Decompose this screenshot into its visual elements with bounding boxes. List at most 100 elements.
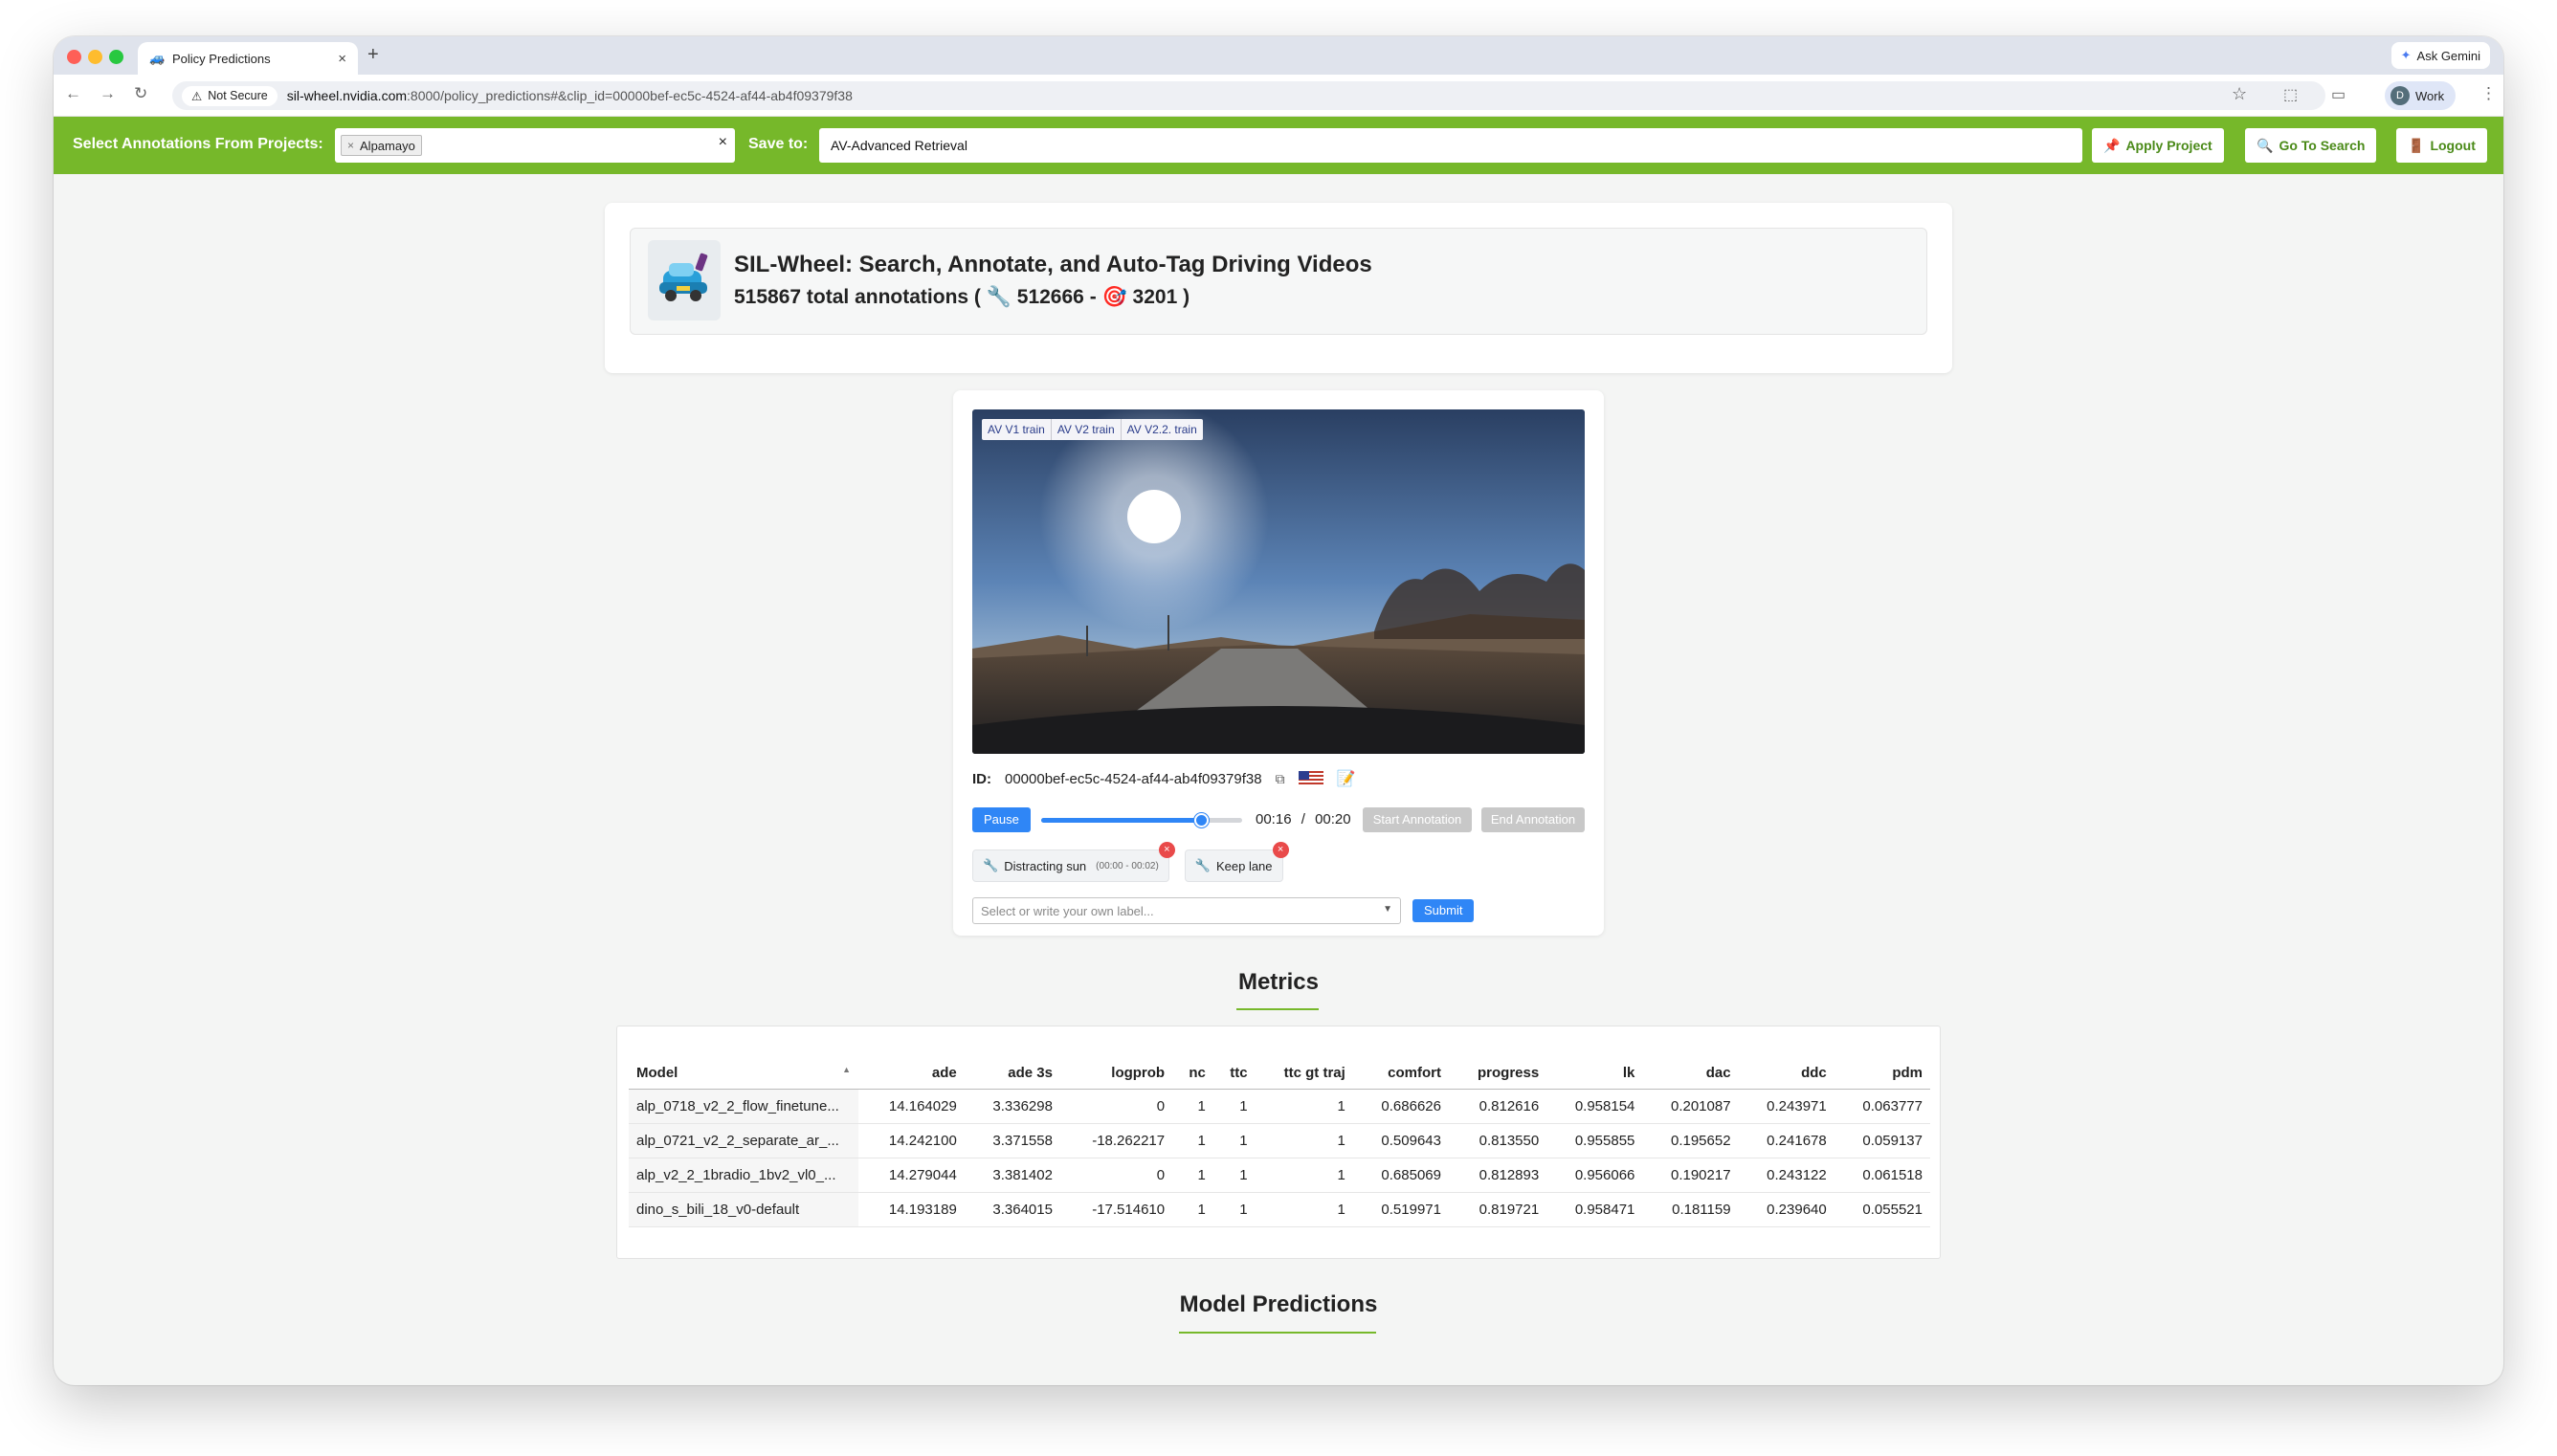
column-header[interactable]: ade (858, 1055, 965, 1090)
video-player[interactable]: AV V1 train AV V2 train AV V2.2. train (972, 409, 1585, 754)
table-row[interactable]: alp_0721_v2_2_separate_ar_... 14.242100 3.… (629, 1123, 1930, 1158)
close-window-button[interactable] (67, 50, 81, 64)
label-chip[interactable]: 🔧 Keep lane × (1184, 842, 1289, 882)
predictions-heading: Model Predictions (1179, 1291, 1378, 1317)
column-header[interactable]: progress (1448, 1055, 1547, 1090)
column-header[interactable]: Model ▲ (629, 1055, 858, 1090)
page-title: SIL-Wheel: Search, Annotate, and Auto-Ta… (734, 252, 1372, 277)
clip-id-row: ID: 00000bef-ec5c-4524-af44-ab4f09379f38… (972, 769, 1355, 788)
current-time: 00:16 (1256, 811, 1292, 827)
browser-window: 🚙 Policy Predictions × + ✦ Ask Gemini ← … (54, 36, 2503, 1385)
column-header[interactable]: pdm (1834, 1055, 1930, 1090)
project-multiselect[interactable]: × Alpamayo × (335, 128, 735, 163)
apply-project-button[interactable]: 📌 Apply Project (2092, 128, 2224, 163)
metric-cell: 0.190217 (1642, 1158, 1739, 1193)
copy-icon[interactable]: ⧉ (1276, 771, 1285, 787)
tab-close-icon[interactable]: × (338, 51, 346, 67)
column-header[interactable]: lk (1546, 1055, 1643, 1090)
metric-cell: 0.519971 (1352, 1192, 1449, 1227)
save-to-select[interactable]: AV-Advanced Retrieval (819, 128, 2082, 163)
seek-slider[interactable] (1041, 813, 1242, 827)
go-to-search-label: Go To Search (2279, 138, 2366, 153)
new-tab-button[interactable]: + (367, 44, 379, 66)
back-arrow-icon[interactable]: ← (65, 84, 81, 103)
logout-button[interactable]: 🚪 Logout (2396, 128, 2487, 163)
extensions-puzzle-icon[interactable]: ⬚ (2283, 85, 2298, 104)
column-header[interactable]: nc (1172, 1055, 1213, 1090)
dataset-tags: AV V1 train AV V2 train AV V2.2. train (982, 419, 1203, 440)
metric-cell: 0.812616 (1448, 1089, 1547, 1124)
maximize-window-button[interactable] (109, 50, 123, 64)
column-header[interactable]: dac (1642, 1055, 1739, 1090)
remove-label-icon[interactable]: × (1272, 842, 1289, 858)
label-select-input[interactable]: Select or write your own label... ▼ (972, 897, 1401, 924)
side-panel-icon[interactable]: ▭ (2331, 85, 2346, 104)
metric-cell: 1 (1212, 1192, 1256, 1227)
reload-icon[interactable]: ↻ (134, 84, 147, 103)
logout-label: Logout (2430, 138, 2476, 153)
table-row[interactable]: alp_0718_v2_2_flow_finetune... 14.164029 3… (629, 1089, 1930, 1124)
video-frame (972, 409, 1585, 754)
end-annotation-button[interactable]: End Annotation (1481, 807, 1585, 832)
remove-label-icon[interactable]: × (1158, 842, 1175, 858)
forward-arrow-icon[interactable]: → (100, 84, 116, 103)
metric-cell: 0.819721 (1448, 1192, 1547, 1227)
selected-project-label: Alpamayo (360, 138, 415, 153)
minimize-window-button[interactable] (88, 50, 102, 64)
edit-notes-icon[interactable]: 📝 (1337, 769, 1356, 788)
column-header[interactable]: comfort (1352, 1055, 1449, 1090)
metric-cell: 0.239640 (1738, 1192, 1834, 1227)
ask-gemini-button[interactable]: ✦ Ask Gemini (2390, 42, 2490, 69)
url-field[interactable]: ⚠ Not Secure sil-wheel.nvidia.com:8000/p… (172, 81, 2325, 110)
wrench-icon: 🔧 (1194, 858, 1211, 872)
column-header[interactable]: ttc gt traj (1255, 1055, 1353, 1090)
metric-cell: 1 (1212, 1158, 1256, 1193)
pause-button[interactable]: Pause (972, 807, 1031, 832)
metric-cell: 0.243971 (1738, 1089, 1834, 1124)
go-to-search-button[interactable]: 🔍 Go To Search (2245, 128, 2377, 163)
url-host: sil-wheel.nvidia.com (286, 88, 408, 103)
clear-projects-icon[interactable]: × (719, 134, 727, 151)
seek-progress (1041, 818, 1202, 823)
label-chip[interactable]: 🔧 Distracting sun (00:00 - 00:02) × (972, 842, 1175, 882)
column-header[interactable]: ddc (1738, 1055, 1834, 1090)
metrics-underline (1236, 1008, 1319, 1010)
profile-avatar: D (2390, 86, 2410, 105)
remove-chip-icon[interactable]: × (347, 139, 354, 152)
browser-tab[interactable]: 🚙 Policy Predictions × (138, 42, 358, 75)
metric-cell: 3.336298 (964, 1089, 1060, 1124)
metric-cell: 1 (1172, 1158, 1213, 1193)
metric-cell: 0.812893 (1448, 1158, 1547, 1193)
clip-id-label: ID: (972, 770, 991, 787)
tab-title: Policy Predictions (172, 51, 271, 66)
annotation-summary: 515867 total annotations ( 🔧 512666 - 🎯 … (734, 286, 1190, 309)
url-path: :8000/policy_predictions#&clip_id=00000b… (407, 88, 853, 103)
table-row[interactable]: dino_s_bili_18_v0-default 14.193189 3.3640… (629, 1192, 1930, 1227)
metric-cell: 3.364015 (964, 1192, 1060, 1227)
kebab-menu-icon[interactable]: ⋮ (2480, 84, 2497, 103)
seek-thumb[interactable] (1194, 813, 1209, 827)
warning-triangle-icon: ⚠ (191, 89, 203, 103)
time-separator: / (1301, 811, 1305, 827)
metric-cell: 0.955855 (1546, 1123, 1643, 1158)
column-header[interactable]: ttc (1212, 1055, 1256, 1090)
column-header[interactable]: ade 3s (964, 1055, 1060, 1090)
profile-button[interactable]: D Work (2385, 81, 2457, 110)
metric-cell: 0.181159 (1642, 1192, 1739, 1227)
door-icon: 🚪 (2408, 137, 2425, 153)
column-header[interactable]: logprob (1059, 1055, 1173, 1090)
metric-cell: 0 (1059, 1089, 1173, 1124)
submit-label-button[interactable]: Submit (1412, 899, 1475, 922)
table-row[interactable]: alp_v2_2_1bradio_1bv2_vl0_... 14.279044 3.… (629, 1158, 1930, 1193)
header-card: SIL-Wheel: Search, Annotate, and Auto-Ta… (605, 203, 1952, 373)
metric-cell: 1 (1212, 1123, 1256, 1158)
bookmark-star-icon[interactable]: ☆ (2232, 84, 2247, 104)
not-secure-badge[interactable]: ⚠ Not Secure (182, 85, 278, 106)
url-text: sil-wheel.nvidia.com:8000/policy_predict… (287, 88, 853, 103)
metric-cell: 1 (1172, 1089, 1213, 1124)
model-name-cell: alp_0718_v2_2_flow_finetune... (629, 1089, 858, 1124)
start-annotation-button[interactable]: Start Annotation (1363, 807, 1472, 832)
metric-cell: 1 (1255, 1158, 1353, 1193)
metrics-table: Model ▲ ade ade 3s logprob nc ttc ttc gt … (629, 1055, 1930, 1227)
target-count: 3201 (1132, 286, 1178, 308)
